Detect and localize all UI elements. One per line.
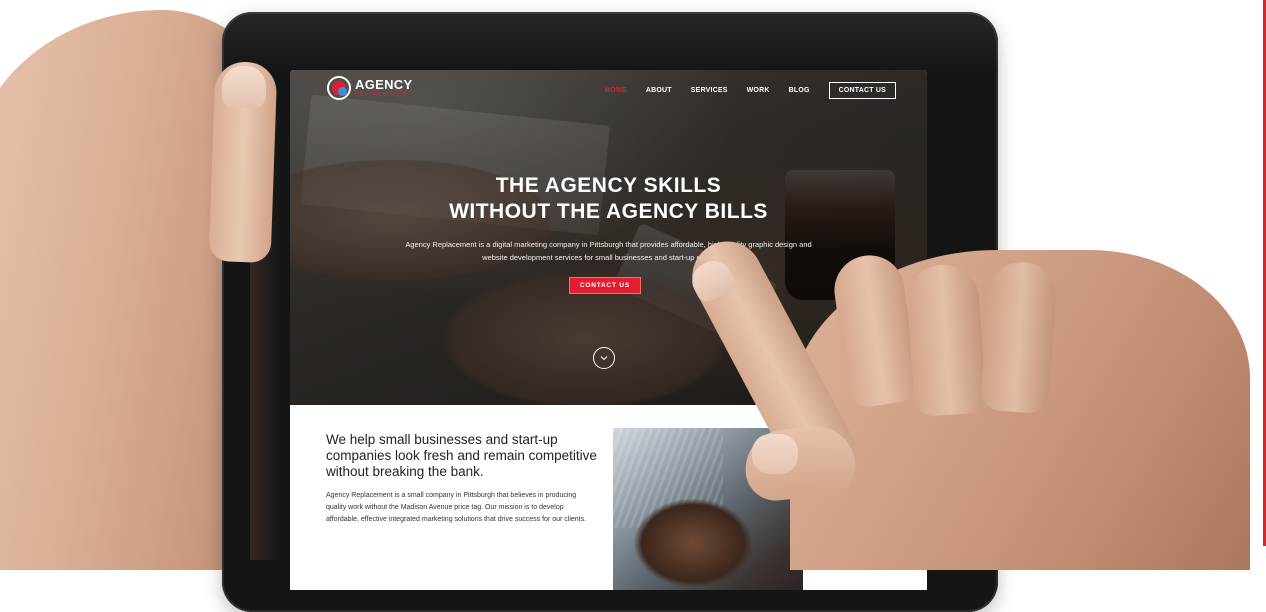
intro-heading: We help small businesses and start-up co… bbox=[326, 432, 597, 479]
hero-title: THE AGENCY SKILLS WITHOUT THE AGENCY BIL… bbox=[290, 173, 927, 225]
scroll-down-button[interactable] bbox=[593, 347, 615, 369]
right-pinky-finger bbox=[979, 259, 1059, 415]
nav-item-services[interactable]: SERVICES bbox=[691, 87, 728, 94]
nav-item-about[interactable]: ABOUT bbox=[646, 87, 672, 94]
site-navbar: AGENCY REPLACEMENT HOME ABOUT SERVICES W… bbox=[290, 70, 927, 110]
hero-title-line: THE AGENCY SKILLS bbox=[495, 174, 722, 197]
hero-title-line: WITHOUT THE AGENCY BILLS bbox=[449, 200, 768, 223]
tablet-glare bbox=[222, 12, 998, 72]
nav-item-work[interactable]: WORK bbox=[747, 87, 770, 94]
intro-body: Agency Replacement is a small company in… bbox=[326, 492, 587, 523]
nav-menu: HOME ABOUT SERVICES WORK BLOG CONTACT US bbox=[586, 82, 896, 99]
right-ring-finger bbox=[904, 262, 988, 418]
logo-text: AGENCY REPLACEMENT bbox=[355, 78, 412, 98]
left-thumb-nail bbox=[222, 66, 266, 108]
hero-contact-button[interactable]: CONTACT US bbox=[569, 277, 641, 294]
site-logo[interactable]: AGENCY REPLACEMENT bbox=[327, 76, 412, 100]
right-thumb-nail bbox=[752, 434, 798, 474]
intro-photo-arm bbox=[633, 498, 753, 588]
nav-contact-button[interactable]: CONTACT US bbox=[828, 82, 896, 99]
logo-tagline: REPLACEMENT bbox=[355, 92, 407, 98]
chevron-down-icon bbox=[600, 356, 608, 361]
nav-item-blog[interactable]: BLOG bbox=[789, 87, 810, 94]
logo-mark-icon bbox=[327, 76, 351, 100]
logo-name: AGENCY bbox=[355, 77, 413, 92]
nav-item-home[interactable]: HOME bbox=[605, 87, 627, 94]
